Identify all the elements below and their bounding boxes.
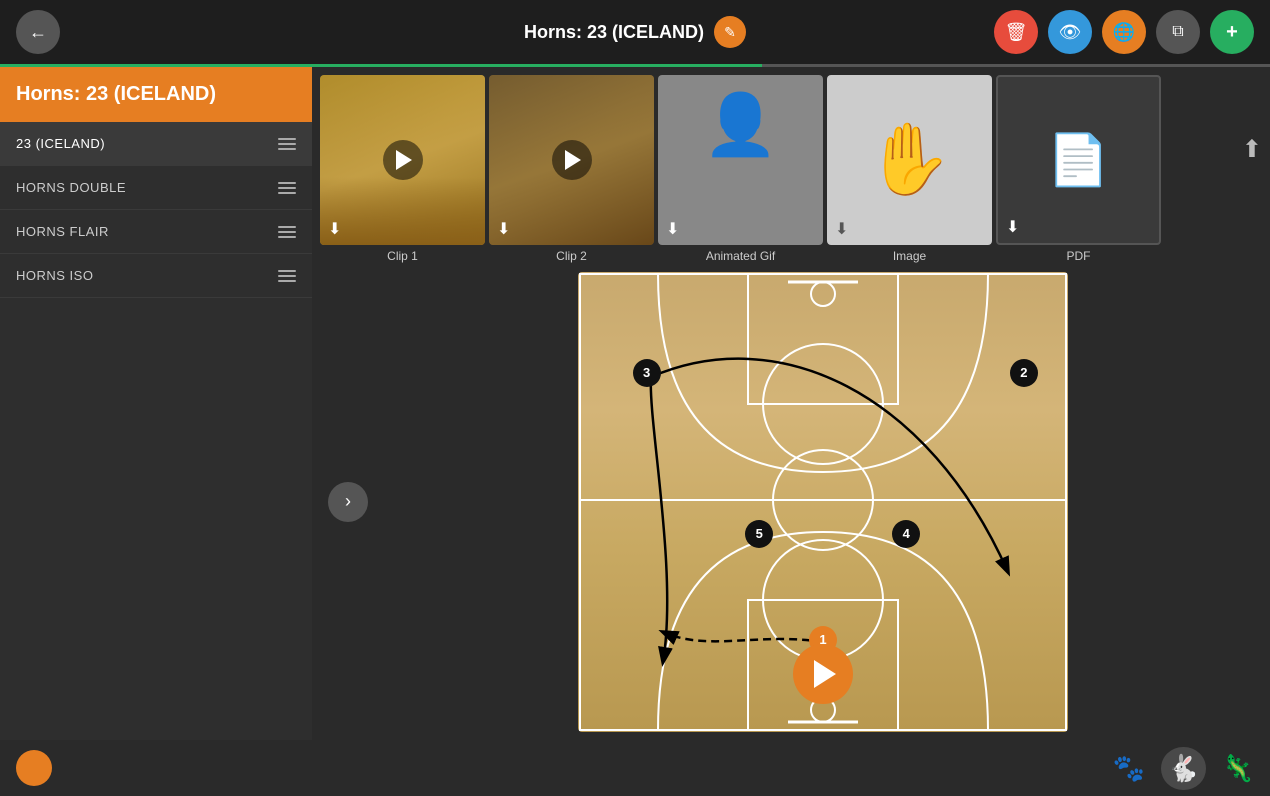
tool3-icon[interactable]: 🦎	[1222, 753, 1254, 784]
header-title-area: Horns: 23 (ICELAND) ✎	[524, 16, 746, 48]
share-button[interactable]: 🌐	[1102, 10, 1146, 54]
menu-icon[interactable]	[278, 182, 296, 194]
edit-button[interactable]: ✎	[714, 16, 746, 48]
sidebar-item-label: HORNS FLAIR	[16, 224, 109, 239]
progress-bar-fill	[0, 64, 762, 67]
progress-dot	[16, 750, 52, 786]
thumbnail-gif[interactable]: 👤 ⬇ Animated Gif	[658, 75, 823, 263]
back-icon: ←	[29, 22, 47, 43]
globe-icon: 🌐	[1113, 22, 1135, 43]
download-icon-pdf[interactable]: ⬇	[1006, 217, 1019, 237]
trash-icon: 🗑	[1005, 22, 1028, 43]
content-area: ⬇ Clip 1 ⬇ Clip 2	[312, 67, 1270, 740]
download-icon-clip1[interactable]: ⬇	[328, 219, 341, 239]
menu-icon[interactable]	[278, 226, 296, 238]
play-overlay-clip2	[552, 140, 592, 180]
header-actions: 🗑 👁 🌐 ⧉ +	[994, 10, 1254, 54]
thumbnail-image[interactable]: ✋ ⬇ Image	[827, 75, 992, 263]
download-icon-image[interactable]: ⬇	[835, 219, 848, 239]
play-triangle-clip1	[396, 150, 412, 170]
player-marker-2: 2	[1010, 359, 1038, 387]
back-button[interactable]: ←	[16, 10, 60, 54]
menu-icon[interactable]	[278, 138, 296, 150]
sidebar-item-horns-double[interactable]: HORNS DOUBLE	[0, 166, 312, 210]
basketball-court: 1 2 3 4 5	[578, 272, 1068, 732]
eye-icon: 👁	[1059, 22, 1082, 43]
view-button[interactable]: 👁	[1048, 10, 1092, 54]
tool1-icon[interactable]: 🐾	[1113, 753, 1145, 784]
plus-icon: +	[1226, 21, 1238, 44]
clip1-label: Clip 1	[387, 249, 418, 263]
download-icon-clip2[interactable]: ⬇	[497, 219, 510, 239]
bottom-icons: 🐾 🐇 🦎	[1113, 747, 1254, 790]
tool2-icon[interactable]: 🐇	[1161, 747, 1205, 790]
sidebar-item-23-iceland[interactable]: 23 (ICELAND)	[0, 122, 312, 166]
player-marker-3: 3	[633, 359, 661, 387]
menu-icon[interactable]	[278, 270, 296, 282]
player-number-5: 5	[756, 526, 763, 541]
sidebar-item-horns-iso[interactable]: HORNS ISO	[0, 254, 312, 298]
court-wrapper: 1 2 3 4 5	[376, 263, 1270, 740]
clip2-label: Clip 2	[556, 249, 587, 263]
app-header: ← Horns: 23 (ICELAND) ✎ 🗑 👁 🌐 ⧉ +	[0, 0, 1270, 64]
copy-button[interactable]: ⧉	[1156, 10, 1200, 54]
player-number-2: 2	[1020, 365, 1027, 380]
upload-button[interactable]: ⬆	[1242, 135, 1262, 164]
thumbnail-clip1[interactable]: ⬇ Clip 1	[320, 75, 485, 263]
nav-content-row: ›	[312, 263, 1270, 740]
player-marker-4: 4	[892, 520, 920, 548]
delete-button[interactable]: 🗑	[994, 10, 1038, 54]
edit-icon: ✎	[724, 24, 736, 41]
sidebar-item-label: HORNS ISO	[16, 268, 93, 283]
play-triangle-clip2	[565, 150, 581, 170]
add-button[interactable]: +	[1210, 10, 1254, 54]
player-number-3: 3	[643, 365, 650, 380]
progress-bar	[0, 64, 1270, 67]
court-play-button[interactable]	[793, 644, 853, 704]
gif-label: Animated Gif	[706, 249, 775, 263]
download-icon-gif[interactable]: ⬇	[666, 219, 679, 239]
copy-icon: ⧉	[1172, 23, 1183, 41]
bottom-bar: 🐾 🐇 🦎	[0, 740, 1270, 796]
thumbnail-clip2[interactable]: ⬇ Clip 2	[489, 75, 654, 263]
sidebar-header: Horns: 23 (ICELAND)	[0, 67, 312, 122]
image-label: Image	[893, 249, 926, 263]
sidebar-item-label: HORNS DOUBLE	[16, 180, 126, 195]
player-marker-5: 5	[745, 520, 773, 548]
court-play-triangle	[814, 660, 836, 688]
page-title: Horns: 23 (ICELAND)	[524, 22, 704, 43]
next-chevron-button[interactable]: ›	[328, 482, 368, 522]
thumbnail-pdf[interactable]: 📄 ⬇ PDF	[996, 75, 1161, 263]
sidebar: Horns: 23 (ICELAND) 23 (ICELAND) HORNS D…	[0, 67, 312, 740]
play-overlay-clip1	[383, 140, 423, 180]
main-content: Horns: 23 (ICELAND) 23 (ICELAND) HORNS D…	[0, 67, 1270, 740]
sidebar-item-horns-flair[interactable]: HORNS FLAIR	[0, 210, 312, 254]
pdf-label: PDF	[1067, 249, 1091, 263]
sidebar-item-label: 23 (ICELAND)	[16, 136, 105, 151]
player-number-4: 4	[903, 526, 910, 541]
